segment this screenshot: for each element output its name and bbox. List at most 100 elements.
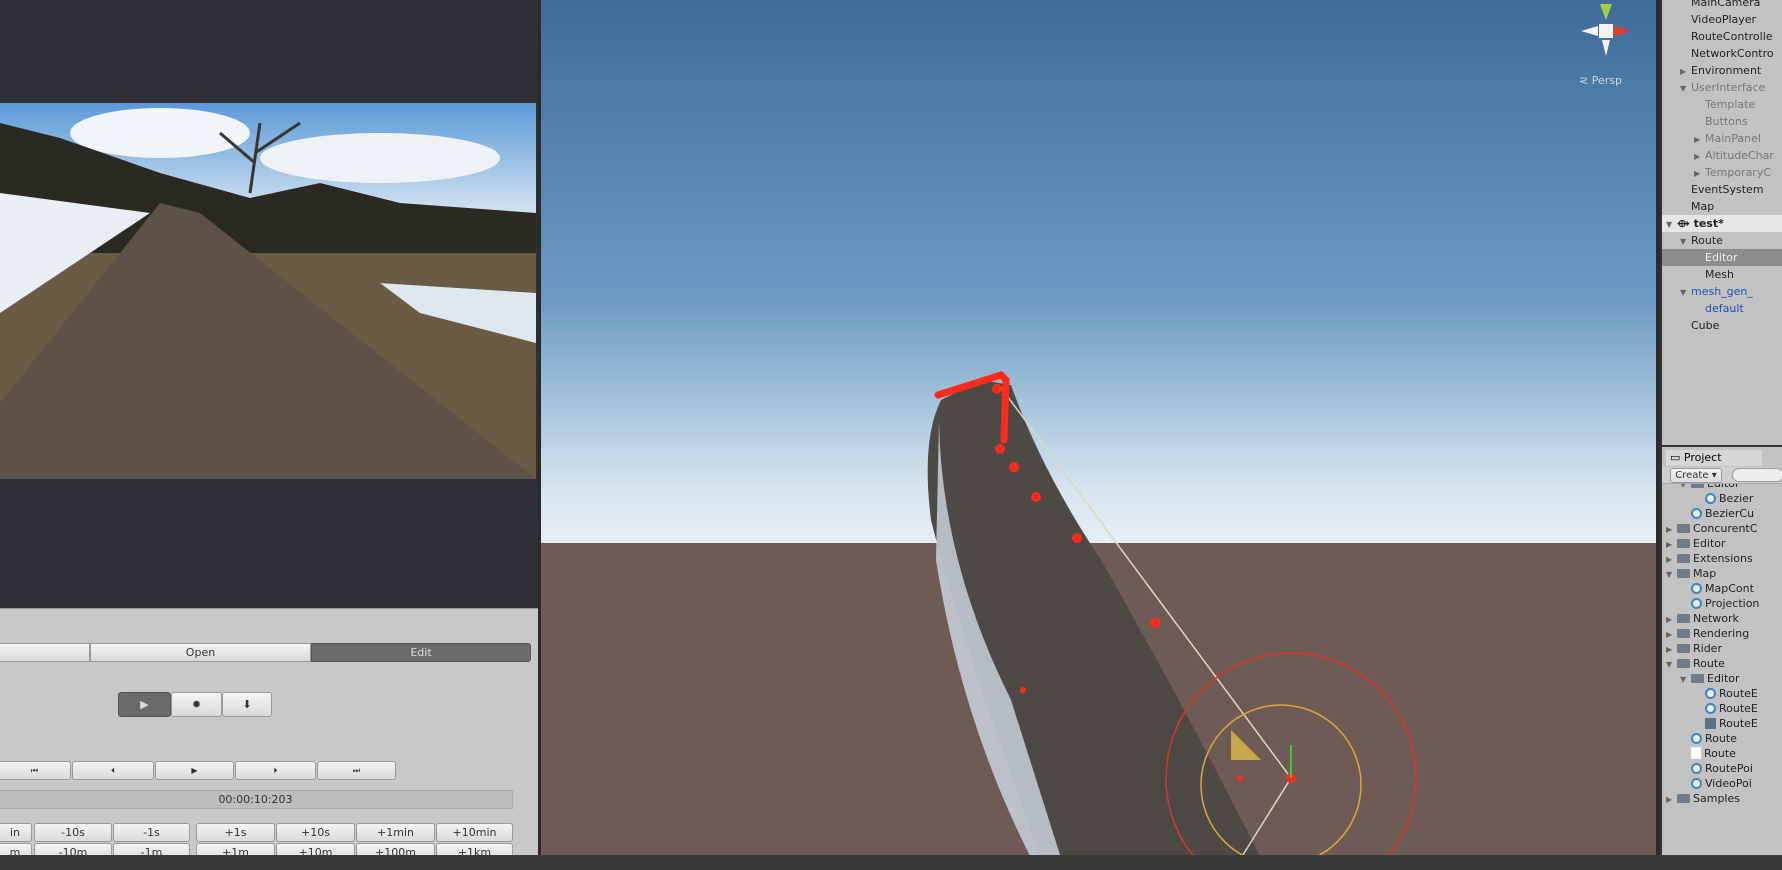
route-editor-controls: Open Edit ▶ ✹ ⬇ ⏮ ⏴ ▶ ⏵ ⏭ 00:00:10:203 i… <box>0 608 538 862</box>
fold-arrow-icon[interactable]: ▼ <box>1680 80 1691 96</box>
hierarchy-item[interactable]: ▶ TemporaryC <box>1662 164 1782 181</box>
route-point[interactable] <box>995 444 1005 454</box>
project-item[interactable]: Projection <box>1662 596 1782 611</box>
project-search-input[interactable] <box>1732 468 1782 482</box>
fold-arrow-icon[interactable]: ▼ <box>1680 484 1691 491</box>
time-display: 00:00:10:203 <box>0 790 513 809</box>
hierarchy-item[interactable]: VideoPlayer <box>1662 11 1782 28</box>
route-point[interactable] <box>1031 492 1041 502</box>
tab-edit[interactable]: Edit <box>311 643 531 662</box>
project-item[interactable]: ▼ Route <box>1662 656 1782 671</box>
step-button[interactable]: -10s <box>34 823 112 842</box>
project-item[interactable]: ▶ Editor <box>1662 536 1782 551</box>
project-item[interactable]: ▶ Extensions <box>1662 551 1782 566</box>
project-item[interactable]: ▼Editor <box>1662 484 1782 491</box>
project-item[interactable]: RouteE <box>1662 686 1782 701</box>
project-item[interactable]: ▶ Network <box>1662 611 1782 626</box>
project-item[interactable]: Route <box>1662 746 1782 761</box>
fold-arrow-icon[interactable]: ▼ <box>1666 567 1677 581</box>
play-button[interactable]: ▶ <box>155 761 234 780</box>
hierarchy-item[interactable]: Mesh <box>1662 266 1782 283</box>
project-item[interactable]: ▼Editor <box>1662 671 1782 686</box>
route-point[interactable] <box>1072 533 1082 543</box>
fold-arrow-icon[interactable]: ▼ <box>1680 672 1691 686</box>
step-button[interactable]: +1min <box>356 823 435 842</box>
skip-back-icon: ⏮ <box>30 766 39 775</box>
fold-arrow-icon[interactable]: ▶ <box>1680 63 1691 79</box>
project-item[interactable]: Route <box>1662 731 1782 746</box>
fold-arrow-icon[interactable]: ▶ <box>1666 792 1677 806</box>
hierarchy-item[interactable]: Template <box>1662 96 1782 113</box>
route-point[interactable] <box>1150 618 1160 628</box>
hierarchy-item[interactable]: ▼ UserInterface <box>1662 79 1782 96</box>
download-button[interactable]: ⬇ <box>222 692 272 717</box>
hierarchy-item[interactable]: Map <box>1662 198 1782 215</box>
step-button[interactable]: +10s <box>276 823 355 842</box>
step-button[interactable]: +10min <box>436 823 513 842</box>
route-point[interactable] <box>1020 687 1026 693</box>
fold-arrow-icon[interactable]: ▶ <box>1666 522 1677 536</box>
route-point[interactable] <box>992 384 1002 394</box>
tab-open[interactable]: Open <box>90 643 311 662</box>
fold-arrow-icon[interactable]: ▼ <box>1680 233 1691 249</box>
play-record-button[interactable]: ▶ <box>118 692 171 717</box>
fold-arrow-icon[interactable]: ▶ <box>1666 612 1677 626</box>
folder-icon <box>1677 614 1690 623</box>
fold-arrow-icon[interactable]: ▶ <box>1666 552 1677 566</box>
step-button[interactable]: +1s <box>196 823 275 842</box>
hierarchy-item[interactable]: MainCamera <box>1662 0 1782 11</box>
hierarchy-item[interactable]: ▶ MainPanel <box>1662 130 1782 147</box>
skip-back-button[interactable]: ⏮ <box>0 761 71 780</box>
projection-label[interactable]: ⋜ Persp <box>1579 74 1622 87</box>
hierarchy-item[interactable]: ▶ AltitudeChar <box>1662 147 1782 164</box>
hierarchy-item[interactable]: RouteControlle <box>1662 28 1782 45</box>
project-item[interactable]: ▶ Rendering <box>1662 626 1782 641</box>
tab-first[interactable] <box>0 643 90 662</box>
step-back-button[interactable]: ⏴ <box>72 761 154 780</box>
project-item[interactable]: Bezier <box>1662 491 1782 506</box>
project-item[interactable]: VideoPoi <box>1662 776 1782 791</box>
project-item[interactable]: ▶ Samples <box>1662 791 1782 806</box>
scene-view[interactable]: ⋜ Persp <box>541 0 1656 858</box>
project-item[interactable]: BezierCu <box>1662 506 1782 521</box>
step-forward-button[interactable]: ⏵ <box>235 761 316 780</box>
fold-arrow-icon[interactable]: ▶ <box>1694 148 1705 164</box>
route-point[interactable] <box>1009 462 1019 472</box>
create-button[interactable]: Create ▾ <box>1670 468 1722 483</box>
fold-arrow-icon[interactable]: ▼ <box>1666 216 1677 232</box>
project-item[interactable]: MapCont <box>1662 581 1782 596</box>
fold-arrow-icon[interactable]: ▼ <box>1666 657 1677 671</box>
hierarchy-item[interactable]: Editor <box>1662 249 1782 266</box>
hierarchy-item[interactable]: Buttons <box>1662 113 1782 130</box>
project-item[interactable]: ▶ Rider <box>1662 641 1782 656</box>
step-button[interactable]: -1s <box>113 823 190 842</box>
project-item[interactable]: RouteE <box>1662 701 1782 716</box>
project-tab[interactable]: ▭ Project <box>1666 450 1762 466</box>
fold-arrow-icon[interactable]: ▶ <box>1694 165 1705 181</box>
hierarchy-item[interactable]: Cube <box>1662 317 1782 334</box>
project-item[interactable]: RoutePoi <box>1662 761 1782 776</box>
route-point[interactable] <box>1237 775 1243 781</box>
fold-arrow-icon[interactable]: ▼ <box>1680 284 1691 300</box>
hierarchy-item[interactable]: default <box>1662 300 1782 317</box>
settings-button[interactable]: ✹ <box>171 692 222 717</box>
hierarchy-item[interactable]: ▼ Route <box>1662 232 1782 249</box>
fold-arrow-icon[interactable]: ▶ <box>1666 642 1677 656</box>
orientation-gizmo[interactable] <box>1571 4 1641 64</box>
fold-arrow-icon[interactable]: ▶ <box>1694 131 1705 147</box>
step-forward-icon: ⏵ <box>273 766 278 775</box>
hierarchy-item[interactable]: ▼ mesh_gen_ <box>1662 283 1782 300</box>
hierarchy-item[interactable]: ▶ Environment <box>1662 62 1782 79</box>
gear-icon: ✹ <box>191 698 202 711</box>
fold-arrow-icon[interactable]: ▶ <box>1666 627 1677 641</box>
hierarchy-item[interactable]: NetworkContro <box>1662 45 1782 62</box>
project-item[interactable]: RouteE <box>1662 716 1782 731</box>
play-icon: ▶ <box>191 766 198 775</box>
fold-arrow-icon[interactable]: ▶ <box>1666 537 1677 551</box>
step-button[interactable]: in <box>0 823 32 842</box>
project-item[interactable]: ▼ Map <box>1662 566 1782 581</box>
hierarchy-item[interactable]: ▼ ⟴ test* <box>1662 215 1782 232</box>
project-item[interactable]: ▶ ConcurentC <box>1662 521 1782 536</box>
hierarchy-item[interactable]: EventSystem <box>1662 181 1782 198</box>
skip-forward-button[interactable]: ⏭ <box>317 761 396 780</box>
